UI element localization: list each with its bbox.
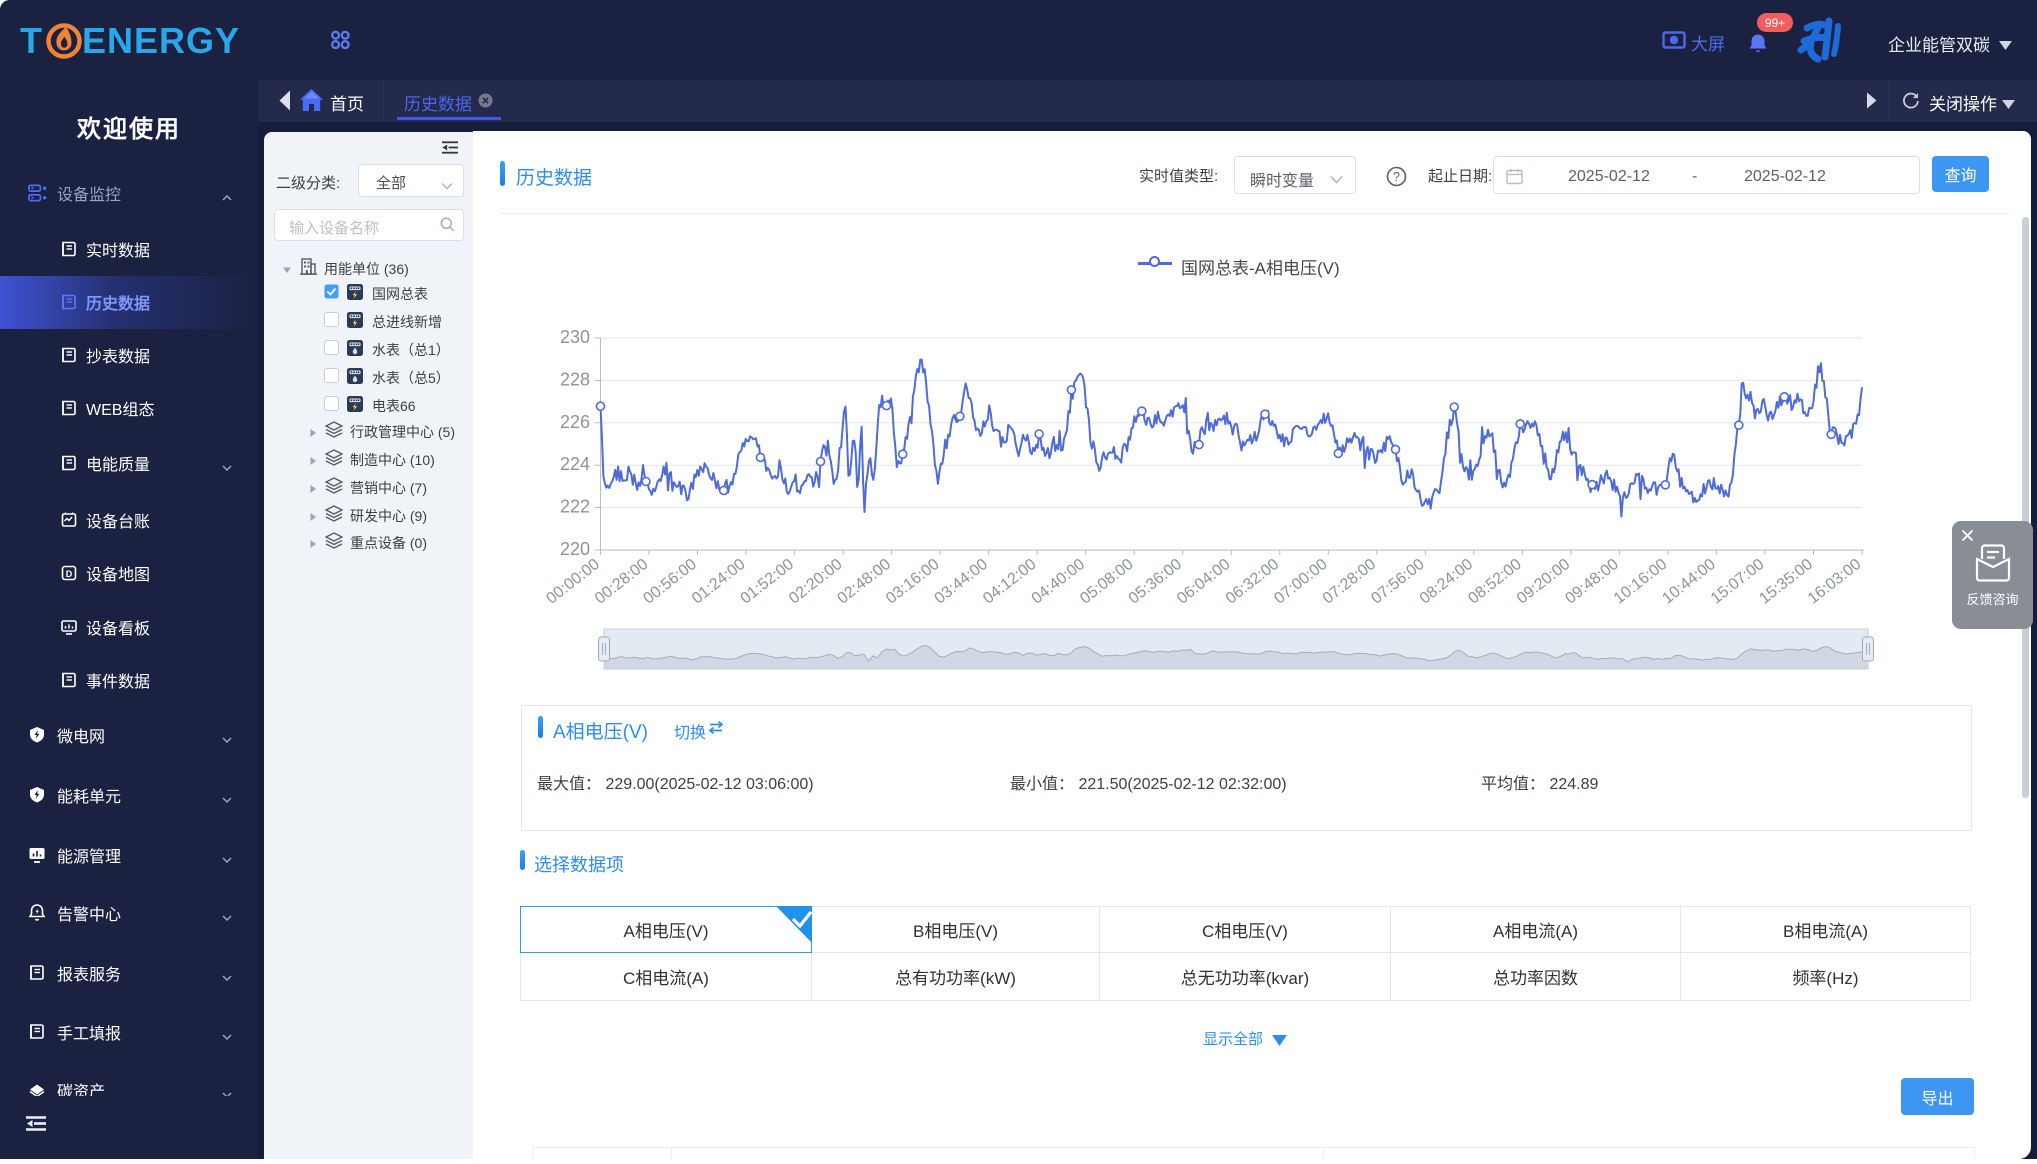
svg-text:T: T	[20, 20, 42, 61]
svg-text:D: D	[66, 569, 73, 579]
svg-text:?: ?	[1393, 170, 1400, 184]
svg-text:ENERGY: ENERGY	[82, 20, 240, 61]
